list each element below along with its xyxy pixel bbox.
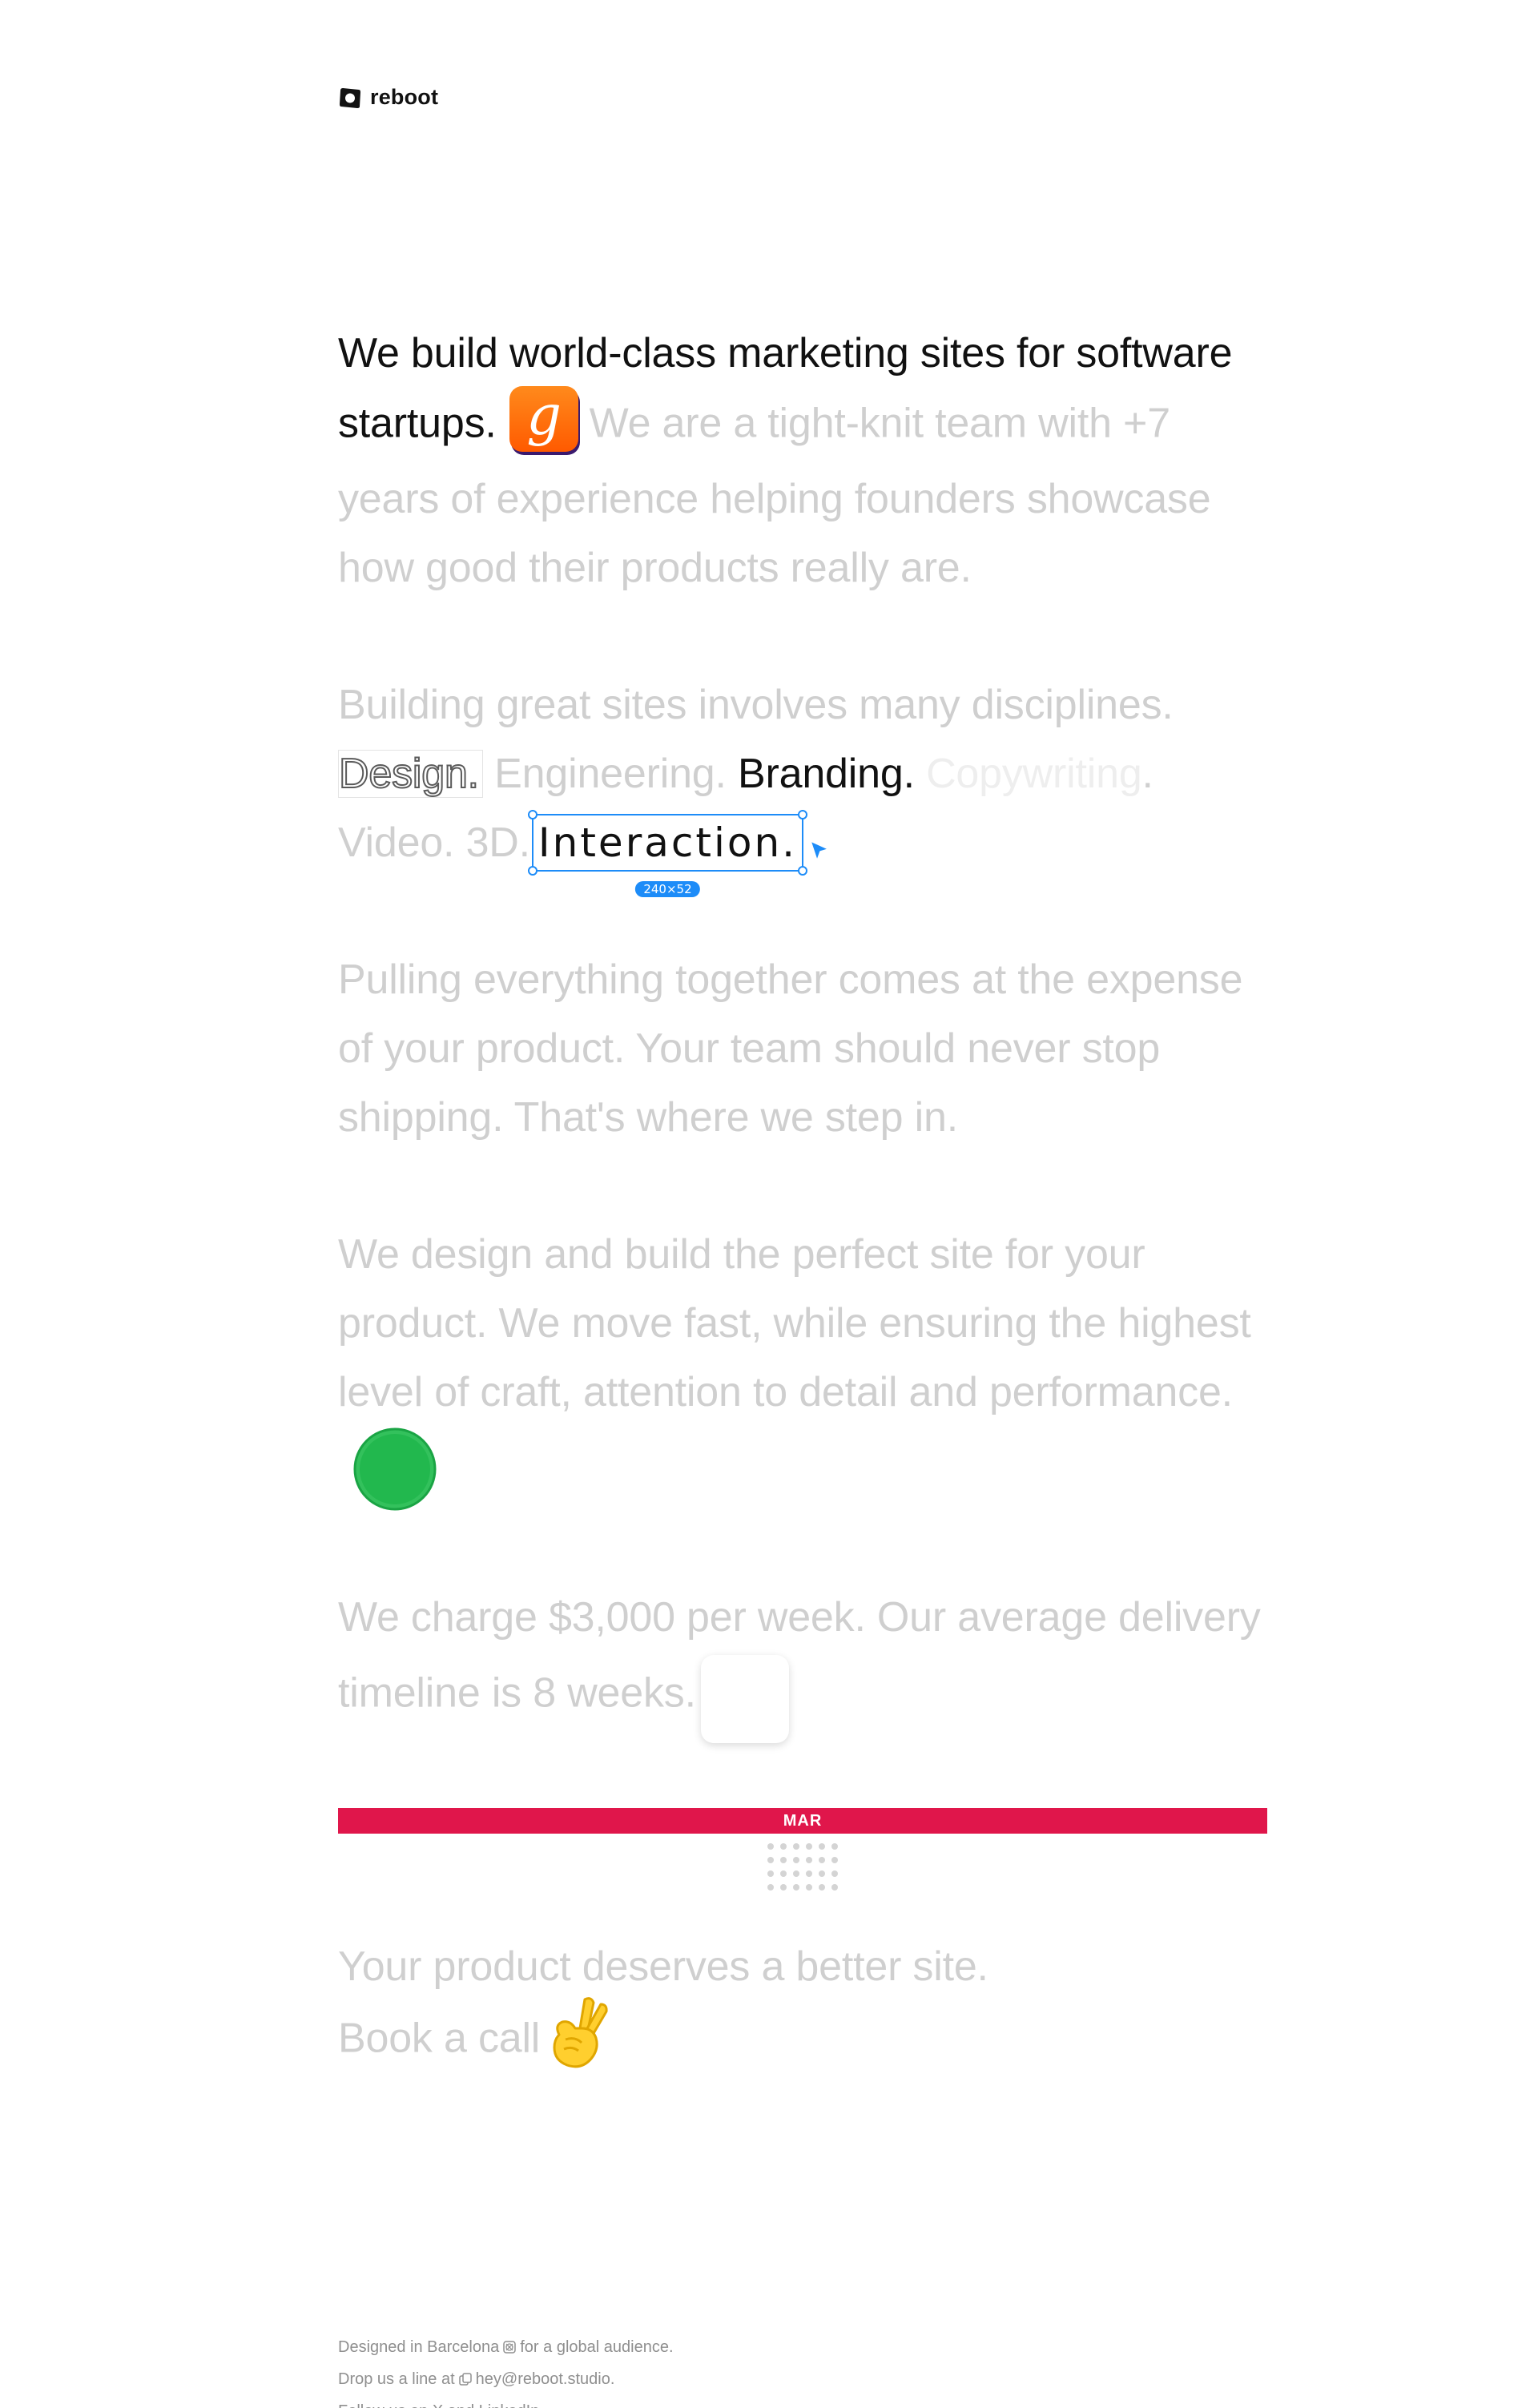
cta-line: Your product deserves a better site. bbox=[338, 1943, 988, 1990]
resize-handle-top-right[interactable] bbox=[798, 810, 808, 819]
footer-line-contact: Drop us a line at hey@reboot.studio. bbox=[338, 2363, 674, 2395]
peace-hand-icon bbox=[543, 1993, 615, 2073]
main-content: We build world-class marketing sites for… bbox=[338, 319, 1267, 2149]
calendar-icon bbox=[700, 1655, 789, 1743]
intro-paragraph: We build world-class marketing sites for… bbox=[338, 319, 1267, 602]
discipline-design[interactable]: Design. bbox=[338, 750, 483, 798]
footer-line-follow: Follow us on X and LinkedIn bbox=[338, 2395, 674, 2408]
interaction-label: Interaction. bbox=[537, 819, 798, 866]
process-paragraph: Pulling everything together comes at the… bbox=[338, 956, 1243, 1141]
cursor-arrow-icon bbox=[809, 840, 831, 862]
resize-handle-top-left[interactable] bbox=[527, 810, 537, 819]
calendar-days bbox=[338, 1834, 1267, 1891]
discipline-copywriting-period: . bbox=[1141, 751, 1154, 797]
svg-text:g: g bbox=[526, 385, 561, 448]
footer: Designed in Barcelona for a global audie… bbox=[338, 2331, 674, 2408]
discipline-3d[interactable]: 3D. bbox=[466, 819, 531, 866]
discipline-branding[interactable]: Branding. bbox=[738, 751, 915, 797]
pricing-text: We charge $3,000 per week. Our average d… bbox=[338, 1594, 1261, 1717]
approach-paragraph: We design and build the perfect site for… bbox=[338, 1220, 1267, 1515]
cta-paragraph: Your product deserves a better site. Boo… bbox=[338, 1932, 1267, 2081]
discipline-video[interactable]: Video. bbox=[338, 819, 455, 866]
footer-contact-text: Drop us a line at bbox=[338, 2370, 455, 2388]
book-a-call-link[interactable]: Book a call bbox=[338, 2015, 540, 2062]
footer-audience-text: for a global audience. bbox=[520, 2338, 674, 2356]
discipline-interaction[interactable]: Interaction. 240×52 bbox=[527, 810, 831, 897]
discipline-copywriting[interactable]: Copywriting bbox=[926, 751, 1142, 797]
copy-icon bbox=[458, 2373, 472, 2386]
email-link[interactable]: hey@reboot.studio. bbox=[476, 2370, 615, 2388]
footer-location-text: Designed in Barcelona bbox=[338, 2338, 500, 2356]
globe-icon bbox=[503, 2341, 516, 2354]
pricing-paragraph: We charge $3,000 per week. Our average d… bbox=[338, 1583, 1267, 1743]
disciplines-paragraph: Building great sites involves many disci… bbox=[338, 670, 1267, 897]
discipline-engineering[interactable]: Engineering. bbox=[494, 751, 727, 797]
size-badge: 240×52 bbox=[635, 881, 700, 897]
approach-text: We design and build the perfect site for… bbox=[338, 1231, 1251, 1415]
logo-link[interactable]: reboot bbox=[338, 85, 438, 110]
resize-handle-bottom-right[interactable] bbox=[798, 866, 808, 876]
green-circle-icon bbox=[351, 1425, 439, 1513]
reboot-logo-icon bbox=[340, 87, 360, 108]
footer-line-location: Designed in Barcelona for a global audie… bbox=[338, 2331, 674, 2363]
resize-handle-bottom-left[interactable] bbox=[527, 866, 537, 876]
disciplines-intro: Building great sites involves many disci… bbox=[338, 682, 1174, 728]
g-app-icon: g bbox=[506, 381, 583, 458]
calendar-month: MAR bbox=[338, 1808, 1267, 1834]
logo-text: reboot bbox=[370, 85, 439, 109]
